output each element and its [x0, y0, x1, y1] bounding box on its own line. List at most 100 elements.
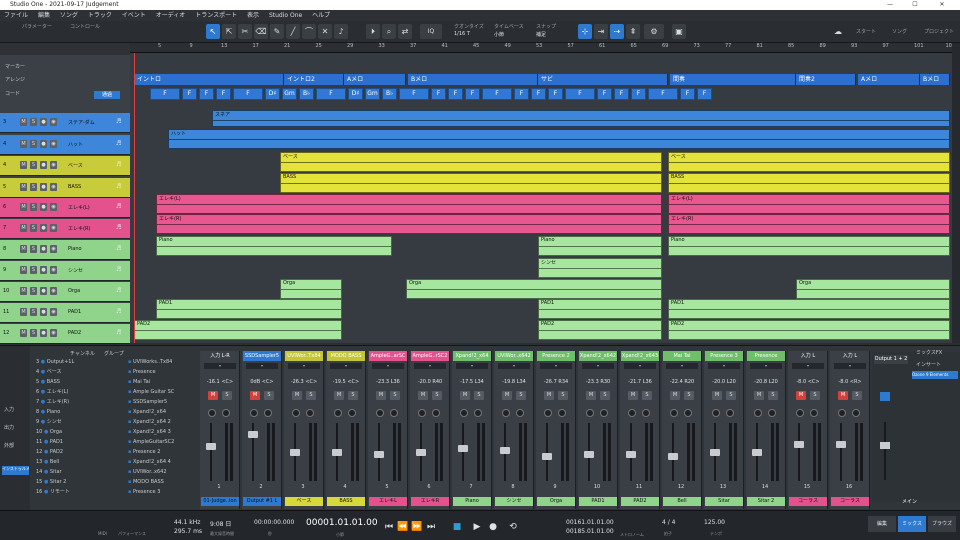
chord-event[interactable]: F: [182, 88, 197, 100]
track-header[interactable]: 9 M S ● ◉ シンセ ♬: [0, 261, 130, 281]
track-header[interactable]: 11 M S ● ◉ PAD1 ♬: [0, 303, 130, 323]
instrument-list-row[interactable]: ▪ SSDSampler5: [128, 398, 167, 406]
input-select[interactable]: ▾: [414, 363, 446, 369]
channel-list-row[interactable]: 15 ● Sitar 2: [36, 478, 66, 486]
pan-knob[interactable]: [810, 409, 818, 417]
chord-event[interactable]: F: [448, 88, 463, 100]
output-tab[interactable]: 出力: [4, 424, 14, 431]
channel-color-label[interactable]: Bell: [663, 497, 701, 506]
volume-fader-handle[interactable]: [794, 441, 804, 448]
instrument-icon[interactable]: ♬: [116, 287, 125, 295]
visibility-icon[interactable]: ●: [39, 389, 47, 395]
track-event[interactable]: PAD2: [134, 320, 342, 340]
channel-strip-name[interactable]: AmpleG..rSC2: [411, 351, 449, 361]
chord-event[interactable]: F: [680, 88, 695, 100]
pan-knob[interactable]: [558, 409, 566, 417]
track-event[interactable]: エレキ(R): [156, 214, 662, 234]
loop-start-display[interactable]: 00161.01.01.00: [566, 519, 614, 526]
send-knob[interactable]: [628, 409, 636, 417]
stop-icon[interactable]: ■: [450, 521, 464, 533]
split-tool-icon[interactable]: ✂: [238, 24, 252, 39]
channel-color-label[interactable]: コーラス: [789, 497, 827, 506]
pan-knob[interactable]: [642, 409, 650, 417]
record-arm-button[interactable]: ●: [40, 118, 47, 126]
input-select[interactable]: ▾: [666, 363, 698, 369]
solo-button[interactable]: S: [768, 391, 778, 400]
record-arm-button[interactable]: ●: [40, 287, 47, 295]
mute-button[interactable]: M: [586, 391, 596, 400]
channel-list-row[interactable]: 10 ● Orga: [36, 428, 62, 436]
track-event[interactable]: エレキ(R): [668, 214, 950, 234]
chord-event[interactable]: F: [216, 88, 231, 100]
volume-fader-handle[interactable]: [206, 443, 216, 450]
record-arm-button[interactable]: ●: [40, 329, 47, 337]
track-header[interactable]: 10 M S ● ◉ Orga ♬: [0, 282, 130, 302]
menu-file[interactable]: ファイル: [0, 10, 32, 21]
mute-button[interactable]: M: [250, 391, 260, 400]
solo-button[interactable]: S: [30, 287, 37, 295]
mute-button[interactable]: M: [712, 391, 722, 400]
pan-knob[interactable]: [600, 409, 608, 417]
input-select[interactable]: ▾: [624, 363, 656, 369]
channel-strip-name[interactable]: 入力 L: [831, 351, 869, 361]
record-arm-button[interactable]: ●: [40, 203, 47, 211]
follow-icon[interactable]: ⇢: [610, 24, 624, 39]
channel-color-label[interactable]: PAD1: [579, 497, 617, 506]
browse-page-tab[interactable]: ブラウズ: [928, 516, 956, 532]
solo-button[interactable]: S: [726, 391, 736, 400]
visibility-icon[interactable]: ●: [42, 459, 50, 465]
loop-icon[interactable]: ⟲: [506, 521, 520, 533]
mute-button[interactable]: M: [20, 329, 27, 337]
visibility-icon[interactable]: ●: [42, 469, 50, 475]
visibility-icon[interactable]: ●: [42, 439, 50, 445]
pan-knob[interactable]: [516, 409, 524, 417]
solo-button[interactable]: S: [222, 391, 232, 400]
volume-fader-handle[interactable]: [710, 449, 720, 456]
channel-color-label[interactable]: Sitar 2: [747, 497, 785, 506]
volume-fader-track[interactable]: [462, 423, 464, 481]
chord-event[interactable]: D♯: [265, 88, 280, 100]
channel-list-row[interactable]: 14 ● Sitar: [36, 468, 62, 476]
input-select[interactable]: ▾: [834, 363, 866, 369]
volume-fader-handle[interactable]: [584, 451, 594, 458]
volume-fader-handle[interactable]: [668, 453, 678, 460]
solo-button[interactable]: S: [558, 391, 568, 400]
close-button[interactable]: ✕: [932, 0, 952, 10]
mute-button[interactable]: M: [20, 287, 27, 295]
chord-follow-button[interactable]: 通過: [94, 91, 120, 99]
monitor-button[interactable]: ◉: [50, 287, 57, 295]
track-event[interactable]: ベース: [668, 152, 950, 172]
pan-knob[interactable]: [852, 409, 860, 417]
channel-color-label[interactable]: Piano: [453, 497, 491, 506]
record-arm-button[interactable]: ●: [40, 161, 47, 169]
pan-knob[interactable]: [390, 409, 398, 417]
shuffle-icon[interactable]: ⇄: [398, 24, 412, 39]
input-select[interactable]: ▾: [750, 363, 782, 369]
chord-event[interactable]: F: [199, 88, 214, 100]
input-select[interactable]: ▾: [204, 363, 236, 369]
solo-button[interactable]: S: [432, 391, 442, 400]
instrument-list-row[interactable]: ▪ Xpand!2_x64: [128, 408, 166, 416]
send-knob[interactable]: [712, 409, 720, 417]
menu-help[interactable]: ヘルプ: [308, 10, 334, 21]
instrument-list-row[interactable]: ▪ Presence 2: [128, 448, 160, 456]
mute-button[interactable]: M: [502, 391, 512, 400]
volume-fader-handle[interactable]: [458, 445, 468, 452]
volume-fader-track[interactable]: [672, 423, 674, 481]
instrument-list-row[interactable]: ▪ Xpand!2_x64 2: [128, 418, 171, 426]
channel-strip-name[interactable]: Xpand!2_x642: [579, 351, 617, 361]
channel-list-row[interactable]: 9 ● シンセ: [36, 418, 62, 426]
chord-event[interactable]: F: [548, 88, 563, 100]
send-knob[interactable]: [586, 409, 594, 417]
send-knob[interactable]: [502, 409, 510, 417]
solo-button[interactable]: S: [264, 391, 274, 400]
chord-event[interactable]: D♯: [348, 88, 363, 100]
channel-list-row[interactable]: 4 ● ベース: [36, 368, 62, 376]
timeline-ruler[interactable]: 5 9 13 17 21 25 29 33 37 41 45 49 53 57 61 65 69 73 77 81 85…: [130, 43, 955, 53]
channel-strip-name[interactable]: AmpleG..arSC: [369, 351, 407, 361]
chord-event[interactable]: F: [565, 88, 595, 100]
track-event[interactable]: Orga: [280, 279, 342, 299]
solo-button[interactable]: S: [810, 391, 820, 400]
visibility-icon[interactable]: ●: [39, 419, 47, 425]
input-select[interactable]: ▾: [246, 363, 278, 369]
